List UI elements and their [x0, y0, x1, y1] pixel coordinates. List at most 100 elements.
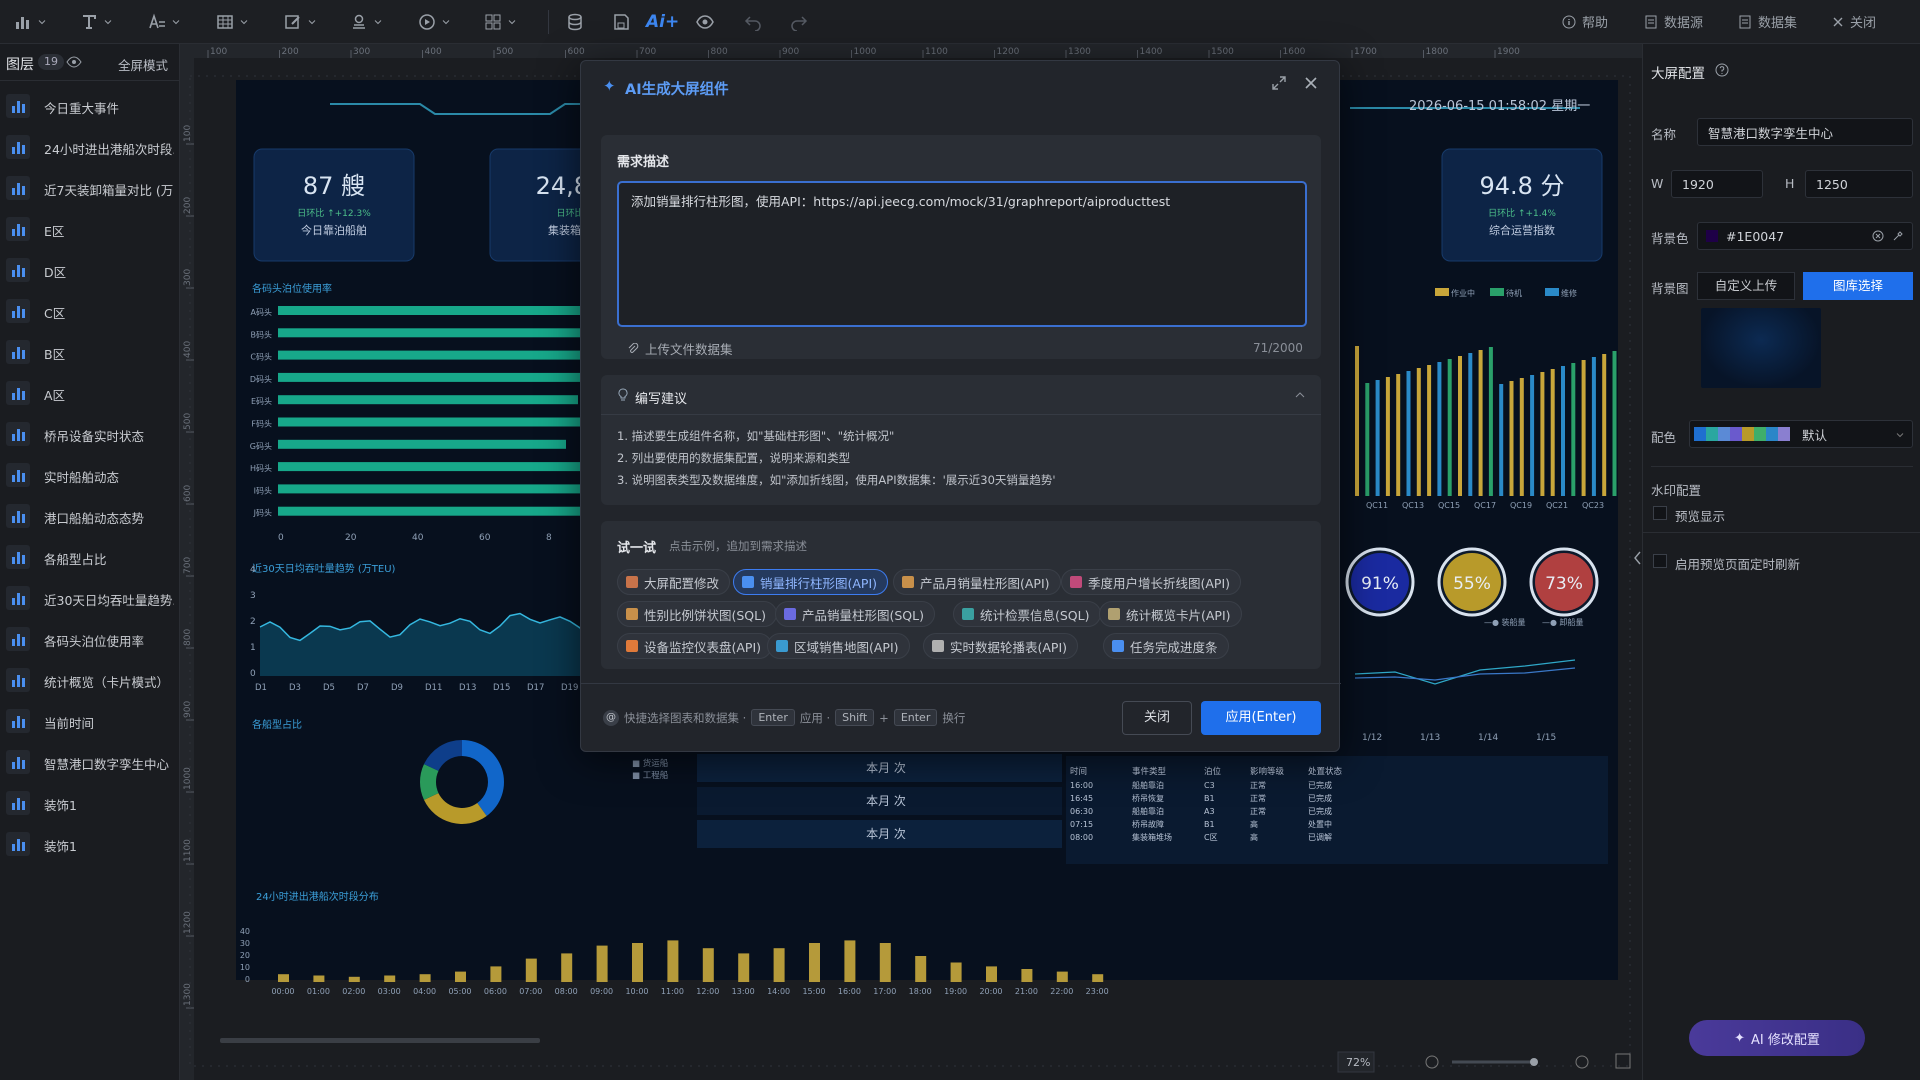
- width-value: 1920: [1682, 176, 1714, 192]
- example-chip[interactable]: 产品销量柱形图(SQL): [775, 601, 935, 627]
- layer-item[interactable]: 统计概览（卡片模式）: [0, 660, 180, 700]
- undo-button[interactable]: [744, 10, 762, 34]
- tips-header[interactable]: [601, 375, 1321, 415]
- redo-button[interactable]: [790, 10, 808, 34]
- preview-button[interactable]: [696, 10, 714, 34]
- name-label: 名称: [1651, 127, 1677, 142]
- example-chip[interactable]: 统计概览卡片(API): [1099, 601, 1242, 627]
- hour-bar: [950, 962, 962, 982]
- close-icon[interactable]: [1303, 75, 1319, 91]
- stamp-menu-button[interactable]: [350, 10, 382, 34]
- layer-item[interactable]: 各船型占比: [0, 537, 180, 577]
- chip-icon: [1112, 640, 1124, 652]
- layer-item[interactable]: A区: [0, 373, 180, 413]
- width-input[interactable]: 1920: [1671, 170, 1763, 198]
- example-chip[interactable]: 统计检票信息(SQL): [953, 601, 1101, 627]
- custom-upload-button[interactable]: 自定义上传: [1697, 272, 1795, 300]
- datetime-text: 2026-06-15 01:58:02 星期一: [1409, 99, 1590, 114]
- layer-item[interactable]: 桥吊设备实时状态: [0, 414, 180, 454]
- chip-label: 统计概览卡片(API): [1126, 607, 1231, 623]
- palette-select[interactable]: 默认: [1689, 420, 1913, 448]
- bar-chart-icon: [6, 627, 30, 651]
- stat-value: 87 艘: [303, 172, 365, 200]
- question-circle-icon[interactable]: [1715, 63, 1729, 77]
- upload-dataset-button[interactable]: 上传文件数据集: [627, 339, 733, 358]
- crane-bar: [1458, 356, 1462, 496]
- layer-item[interactable]: 近30天日均吞吐量趋势...: [0, 578, 180, 618]
- layer-item[interactable]: 近7天装卸箱量对比 (万...: [0, 168, 180, 208]
- close-editor-button[interactable]: 关闭: [1832, 12, 1876, 31]
- bgcolor-input[interactable]: #1E0047: [1697, 222, 1913, 250]
- text-menu-button[interactable]: [80, 10, 112, 34]
- fullscreen-toggle[interactable]: 全屏模式: [118, 55, 168, 74]
- layer-item[interactable]: D区: [0, 250, 180, 290]
- layer-item[interactable]: B区: [0, 332, 180, 372]
- table-cell: 处置中: [1308, 819, 1332, 829]
- edit-menu-button[interactable]: [284, 10, 316, 34]
- layer-item[interactable]: 各码头泊位使用率: [0, 619, 180, 659]
- example-chip[interactable]: 设备监控仪表盘(API): [617, 633, 773, 659]
- eyedropper-icon[interactable]: [1892, 230, 1904, 242]
- refresh-checkbox[interactable]: [1653, 554, 1667, 568]
- axis-tick: 8: [546, 533, 552, 543]
- name-input[interactable]: 智慧港口数字孪生中心: [1697, 118, 1913, 146]
- expand-icon[interactable]: [1271, 75, 1287, 91]
- layer-item[interactable]: 装饰1: [0, 783, 180, 823]
- layer-item[interactable]: C区: [0, 291, 180, 331]
- table-cell: 高: [1250, 819, 1258, 829]
- example-chip[interactable]: 区域销售地图(API): [767, 633, 910, 659]
- layer-item[interactable]: 24小时进出港船次时段...: [0, 127, 180, 167]
- example-chip[interactable]: 实时数据轮播表(API): [923, 633, 1079, 659]
- chart-menu-button[interactable]: [14, 10, 46, 34]
- save-button[interactable]: [612, 10, 630, 34]
- background-thumbnail[interactable]: [1701, 308, 1821, 388]
- palette-label: 配色: [1651, 430, 1677, 445]
- layout-menu-button[interactable]: [484, 10, 516, 34]
- layer-item[interactable]: 今日重大事件: [0, 86, 180, 126]
- example-chip[interactable]: 销量排行柱形图(API): [733, 569, 889, 595]
- layer-label: 近30天日均吞吐量趋势...: [44, 593, 174, 608]
- dataset-button[interactable]: 数据集: [1738, 12, 1797, 31]
- datasource-button[interactable]: 数据源: [1644, 12, 1703, 31]
- example-chip[interactable]: 产品月销量柱形图(API): [893, 569, 1061, 595]
- chevron-up-icon[interactable]: [1295, 391, 1305, 399]
- example-chip[interactable]: 性别比例饼状图(SQL): [617, 601, 777, 627]
- ruler-label: 1100: [183, 839, 193, 862]
- axis-tick: 21:00: [1015, 987, 1038, 996]
- example-chip[interactable]: 季度用户增长折线图(API): [1061, 569, 1242, 595]
- bar: [278, 462, 598, 472]
- ai-modify-config-button[interactable]: ✦ AI 修改配置: [1689, 1020, 1865, 1056]
- close-button[interactable]: 关闭: [1122, 701, 1192, 735]
- axis-tick: 60: [479, 533, 491, 543]
- help-button[interactable]: 帮助: [1562, 12, 1608, 31]
- hour-bar: [986, 966, 997, 982]
- media-menu-button[interactable]: [418, 10, 450, 34]
- bar: [278, 306, 618, 315]
- layer-item[interactable]: 港口船舶动态态势: [0, 496, 180, 536]
- font-menu-button[interactable]: [148, 10, 180, 34]
- crane-bar: [1550, 369, 1555, 496]
- table-icon: [217, 15, 233, 29]
- grid-icon: [485, 14, 501, 30]
- layer-item[interactable]: E区: [0, 209, 180, 249]
- zoom-in-icon: [1575, 1055, 1589, 1069]
- library-select-button[interactable]: 图库选择: [1803, 272, 1913, 300]
- example-chip[interactable]: 大屏配置修改: [617, 569, 731, 595]
- layer-item[interactable]: 实时船舶动态: [0, 455, 180, 495]
- crane-bar: [1561, 366, 1565, 496]
- layer-item[interactable]: 智慧港口数字孪生中心: [0, 742, 180, 782]
- height-input[interactable]: 1250: [1805, 170, 1913, 198]
- watermark-checkbox[interactable]: [1653, 506, 1667, 520]
- requirement-textarea[interactable]: 添加销量排行柱形图，使用API：https://api.jeecg.com/mo…: [617, 181, 1307, 327]
- table-menu-button[interactable]: [216, 10, 248, 34]
- watermark-title: 水印配置: [1651, 483, 1702, 498]
- layer-item[interactable]: 当前时间: [0, 701, 180, 741]
- apply-button[interactable]: 应用(Enter): [1201, 701, 1321, 735]
- ai-plus-button[interactable]: Ai+: [646, 10, 679, 34]
- database-button[interactable]: [566, 10, 584, 34]
- clear-icon[interactable]: [1872, 230, 1884, 242]
- eye-icon[interactable]: [66, 56, 82, 68]
- example-chip[interactable]: 任务完成进度条: [1103, 633, 1229, 659]
- layer-item[interactable]: 装饰1: [0, 824, 180, 864]
- legend-swatch: [1545, 288, 1559, 296]
